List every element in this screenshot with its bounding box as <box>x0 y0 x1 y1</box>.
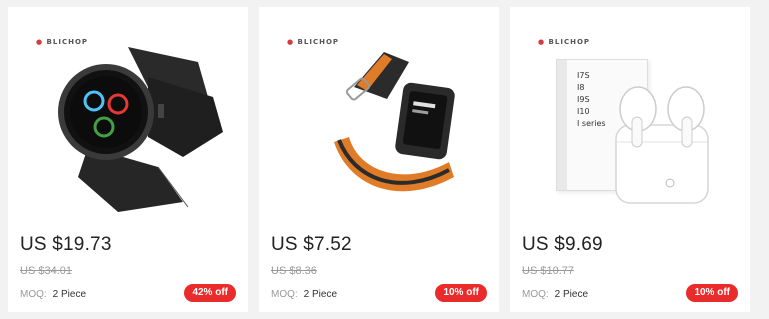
product-image-earbuds[interactable]: I7S I8 I9S I10 I series <box>510 7 750 232</box>
discount-badge: 42% off <box>184 284 236 302</box>
original-price: US $8.36 <box>271 265 317 277</box>
product-image-fitness-watch[interactable] <box>259 7 499 232</box>
moq-label: MOQ: <box>271 289 298 300</box>
product-row: ● BLICHOP US $19.73 US $34.01 MOQ: 2 Pie… <box>0 0 769 319</box>
moq-value: 2 Piece <box>303 289 338 300</box>
product-card[interactable]: ● BLICHOP US $19.73 US $34.01 MOQ: 2 Pie… <box>8 7 248 312</box>
moq: MOQ: 2 Piece <box>522 289 588 300</box>
moq-value: 2 Piece <box>52 289 87 300</box>
moq: MOQ: 2 Piece <box>271 289 337 300</box>
moq-label: MOQ: <box>20 289 47 300</box>
discount-badge: 10% off <box>686 284 738 302</box>
moq-value: 2 Piece <box>554 289 589 300</box>
price: US $9.69 <box>522 234 603 255</box>
product-card[interactable]: ● BLICHOP I7S I8 I9S I10 I series US $9.… <box>510 7 750 312</box>
discount-badge: 10% off <box>435 284 487 302</box>
original-price: US $10.77 <box>522 265 574 277</box>
original-price: US $34.01 <box>20 265 72 277</box>
moq: MOQ: 2 Piece <box>20 289 86 300</box>
moq-label: MOQ: <box>522 289 549 300</box>
price: US $19.73 <box>20 234 112 255</box>
product-card[interactable]: ● BLICHOP US $7.52 US $8.36 MOQ: 2 Piece … <box>259 7 499 312</box>
product-image-smartwatch[interactable] <box>8 7 248 232</box>
price: US $7.52 <box>271 234 352 255</box>
